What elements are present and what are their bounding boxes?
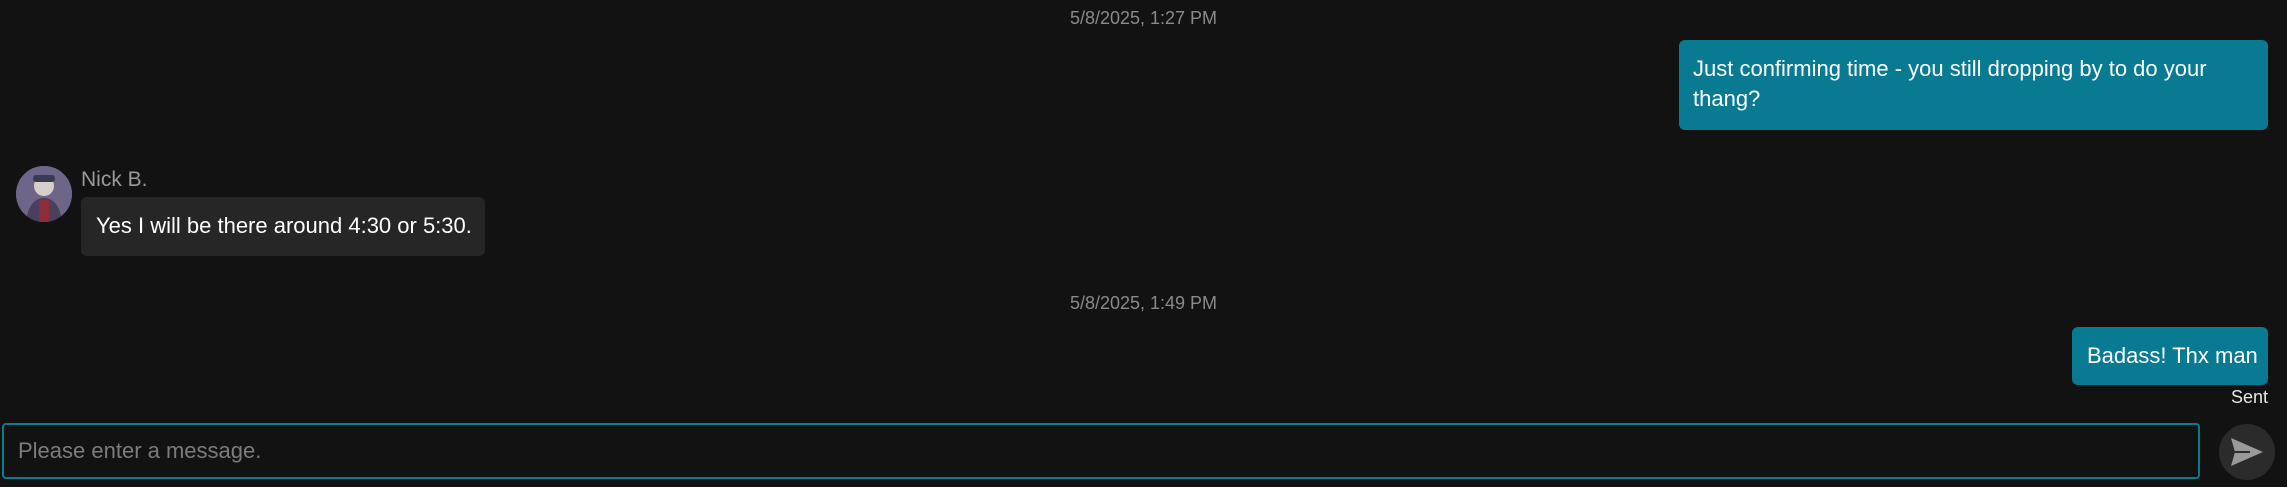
send-button[interactable] — [2219, 424, 2275, 480]
incoming-message: Yes I will be there around 4:30 or 5:30. — [81, 197, 485, 256]
delivery-status: Sent — [2230, 387, 2268, 407]
message-timestamp: 5/8/2025, 1:49 PM — [1069, 293, 1218, 313]
send-icon — [2231, 438, 2263, 466]
message-timestamp: 5/8/2025, 1:27 PM — [1069, 8, 1218, 28]
chat-thread: 5/8/2025, 1:27 PM Just confirming time -… — [0, 0, 2287, 487]
message-input[interactable] — [2, 423, 2200, 479]
contact-avatar[interactable] — [16, 166, 72, 222]
sender-name: Nick B. — [81, 168, 148, 191]
outgoing-message: Badass! Thx man — [2072, 327, 2268, 385]
avatar-photo-icon — [16, 166, 72, 222]
outgoing-message: Just confirming time - you still droppin… — [1679, 40, 2268, 130]
